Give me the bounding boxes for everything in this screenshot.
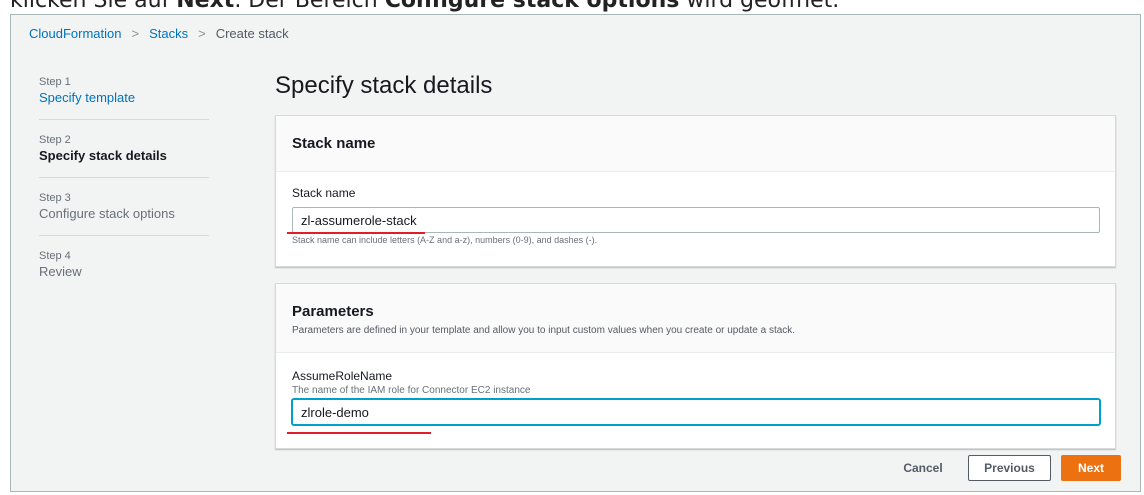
breadcrumb-separator-icon: > [131, 26, 140, 41]
step-4-number: Step 4 [39, 250, 71, 262]
instruction-caption: klicken Sie auf Next. Der Bereich Config… [10, 0, 840, 13]
stack-name-heading: Stack name [292, 135, 376, 152]
breadcrumb-cloudformation[interactable]: CloudFormation [29, 26, 122, 41]
caption-middle: . Der Bereich [234, 0, 385, 13]
stack-name-label: Stack name [292, 186, 356, 200]
step-2: Step 2 Specify stack details [39, 120, 209, 178]
wizard-steps: Step 1 Specify template Step 2 Specify s… [39, 70, 209, 293]
caption-suffix: wird geöffnet. [679, 0, 840, 13]
parameters-panel-body: AssumeRoleName The name of the IAM role … [276, 353, 1115, 425]
stack-name-panel-header: Stack name [276, 116, 1115, 172]
step-1-number: Step 1 [39, 76, 71, 88]
step-1: Step 1 Specify template [39, 70, 209, 120]
next-button[interactable]: Next [1061, 455, 1121, 481]
breadcrumb-stacks[interactable]: Stacks [149, 26, 188, 41]
caption-next-bold: Next [176, 0, 235, 13]
stack-name-panel-body: Stack name Stack name can include letter… [276, 172, 1115, 245]
stack-name-constraint: Stack name can include letters (A-Z and … [292, 235, 598, 245]
parameters-heading: Parameters [292, 303, 374, 320]
step-4: Step 4 Review [39, 236, 209, 293]
assume-role-name-label: AssumeRoleName [292, 369, 393, 383]
previous-button[interactable]: Previous [968, 455, 1051, 481]
caption-configure-bold: Configure stack options [384, 0, 680, 13]
cancel-button[interactable]: Cancel [893, 455, 953, 481]
breadcrumb-create-stack: Create stack [215, 26, 289, 41]
page-title: Specify stack details [275, 72, 493, 99]
caption-prefix: klicken Sie auf [10, 0, 177, 13]
assume-role-name-description: The name of the IAM role for Connector E… [292, 385, 531, 396]
wizard-actions: Cancel Previous Next [0, 455, 1144, 485]
stack-name-panel: Stack name Stack name Stack name can inc… [275, 115, 1116, 267]
assume-role-name-input[interactable] [292, 399, 1100, 425]
parameters-panel-header: Parameters Parameters are defined in you… [276, 284, 1115, 353]
parameters-panel: Parameters Parameters are defined in you… [275, 283, 1116, 449]
step-2-title: Specify stack details [39, 148, 167, 163]
step-4-title: Review [39, 264, 82, 279]
parameters-description: Parameters are defined in your template … [292, 325, 796, 336]
step-3-number: Step 3 [39, 192, 71, 204]
annotation-underline-stack-name [287, 232, 425, 234]
step-2-number: Step 2 [39, 134, 71, 146]
step-3: Step 3 Configure stack options [39, 178, 209, 236]
annotation-underline-assume-role [287, 432, 431, 434]
step-1-title-link[interactable]: Specify template [39, 90, 209, 105]
breadcrumb: CloudFormation > Stacks > Create stack [29, 26, 289, 41]
stack-name-input[interactable] [292, 207, 1100, 233]
breadcrumb-separator-icon: > [198, 26, 206, 41]
step-3-title: Configure stack options [39, 206, 175, 221]
